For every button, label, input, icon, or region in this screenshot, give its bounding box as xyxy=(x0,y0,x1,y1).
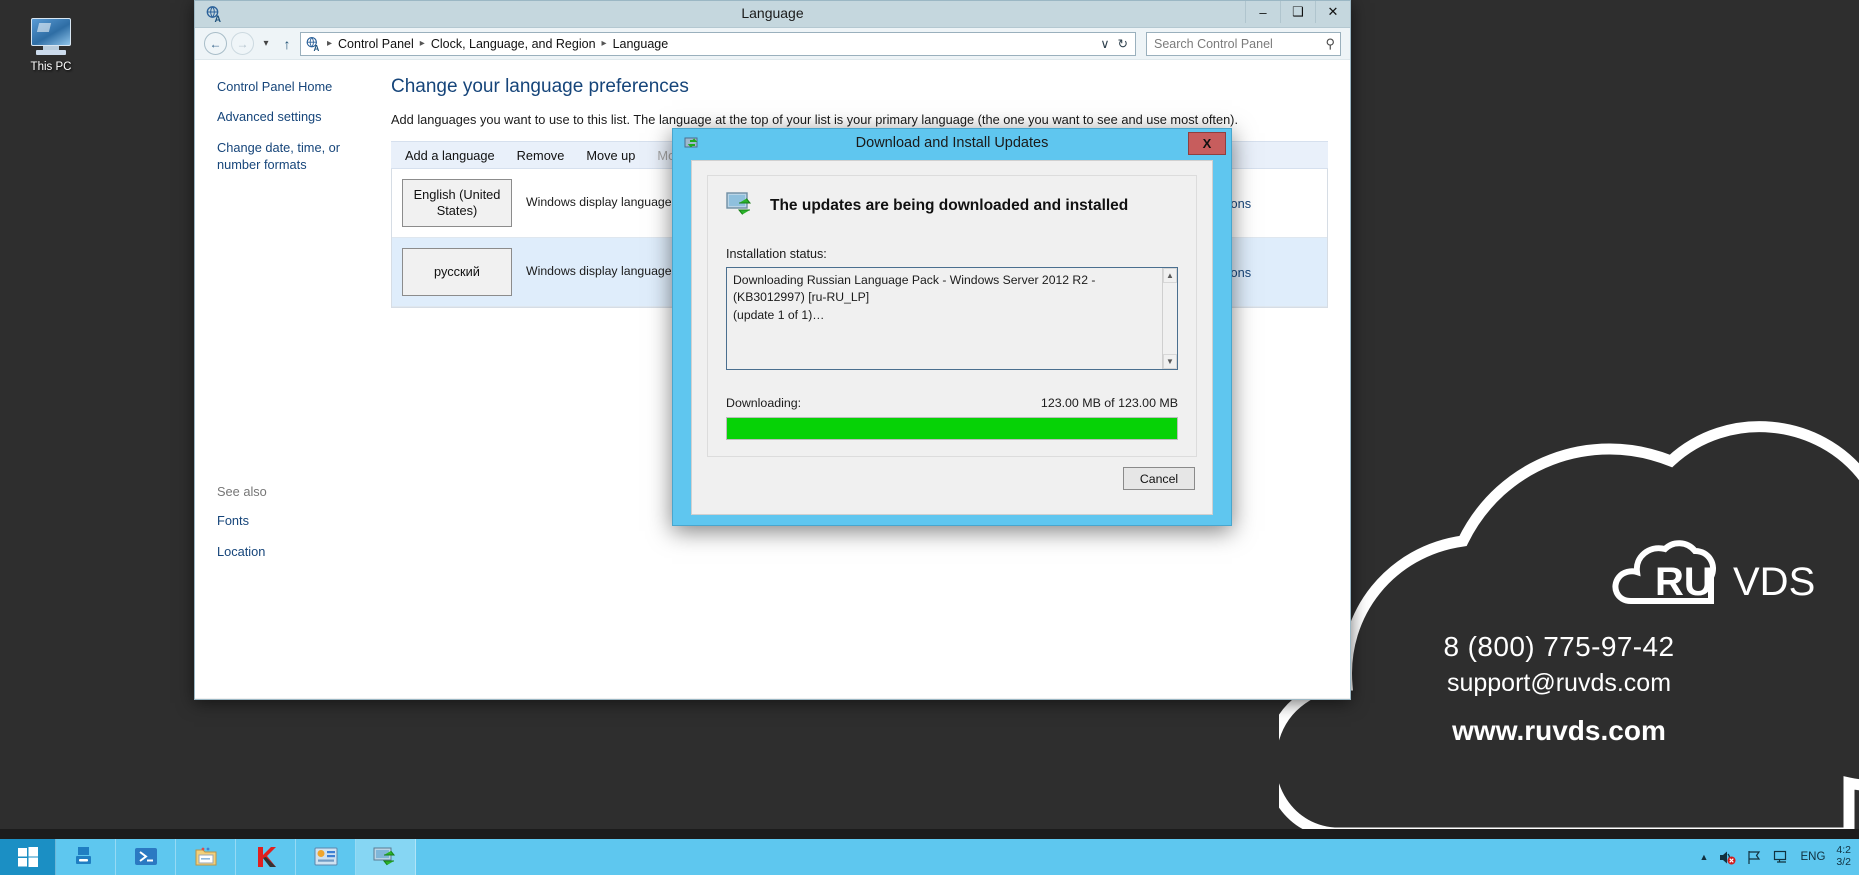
show-hidden-icons-button[interactable]: ▲ xyxy=(1700,852,1709,862)
back-button[interactable]: ← xyxy=(204,32,227,55)
dialog-close-button[interactable]: X xyxy=(1188,132,1226,155)
installation-status-label: Installation status: xyxy=(726,247,827,261)
cancel-button[interactable]: Cancel xyxy=(1123,467,1195,490)
search-input[interactable] xyxy=(1152,35,1326,52)
start-button[interactable] xyxy=(0,839,56,875)
server-manager-icon xyxy=(75,847,91,864)
address-bar: ← → ▾ ↑ A ▸ Control Panel ▸ Clock, Langu… xyxy=(195,28,1350,60)
file-explorer-icon xyxy=(195,847,216,866)
download-install-updates-dialog: Download and Install Updates X The updat… xyxy=(672,128,1232,526)
forward-button[interactable]: → xyxy=(231,32,254,55)
action-center-icon[interactable] xyxy=(1747,850,1762,865)
taskbar-item-control-panel[interactable] xyxy=(296,839,356,875)
clock-time: 4:2 xyxy=(1836,844,1851,857)
window-titlebar[interactable]: A Language – ❑ ✕ xyxy=(195,1,1350,28)
svg-text:RU: RU xyxy=(1655,560,1713,604)
breadcrumb-separator: ▸ xyxy=(419,38,425,49)
sidebar: Control Panel Home Advanced settings Cha… xyxy=(195,60,391,698)
progress-bar xyxy=(726,417,1178,440)
volume-muted-icon[interactable] xyxy=(1719,850,1736,865)
remove-button[interactable]: Remove xyxy=(517,148,565,163)
system-tray: ▲ ENG 4:2 3/2 xyxy=(1692,839,1859,875)
sidebar-item-change-formats[interactable]: Change date, time, or number formats xyxy=(217,139,377,174)
downloaded-amount: 123.00 MB of 123.00 MB xyxy=(1040,396,1178,410)
dialog-footer: Cancel xyxy=(692,457,1212,514)
powershell-icon xyxy=(134,848,157,865)
up-button[interactable]: ↑ xyxy=(278,32,296,55)
ruvds-watermark: RU VDS 8 (800) 775-97-42 support@ruvds.c… xyxy=(1279,253,1859,839)
dialog-body: The updates are being downloaded and ins… xyxy=(691,160,1213,515)
scroll-down-icon[interactable]: ▼ xyxy=(1163,354,1177,369)
desktop-icon-label: This PC xyxy=(30,61,72,73)
taskbar-item-windows-update[interactable] xyxy=(356,839,416,875)
svg-text:A: A xyxy=(314,44,320,52)
progress-bar-fill xyxy=(727,418,1177,439)
this-pc-icon xyxy=(28,18,74,58)
search-box[interactable]: ⚲ xyxy=(1146,31,1341,56)
download-progress-row: Downloading: 123.00 MB of 123.00 MB xyxy=(726,396,1178,410)
clock-date: 3/2 xyxy=(1836,856,1851,868)
dialog-panel: The updates are being downloaded and ins… xyxy=(707,175,1197,457)
svg-text:VDS: VDS xyxy=(1733,560,1815,604)
move-up-button[interactable]: Move up xyxy=(586,148,635,163)
sidebar-item-advanced-settings[interactable]: Advanced settings xyxy=(217,108,377,125)
ruvds-email: support@ruvds.com xyxy=(1446,669,1672,697)
taskbar-item-kaspersky[interactable] xyxy=(236,839,296,875)
maximize-button[interactable]: ❑ xyxy=(1280,1,1315,23)
see-also-item-location[interactable]: Location xyxy=(217,543,377,560)
control-panel-icon xyxy=(314,847,337,866)
language-name: русский xyxy=(402,248,512,296)
page-description: Add languages you want to use to this li… xyxy=(391,112,1239,127)
windows-update-icon xyxy=(726,192,752,215)
breadcrumb-separator: ▸ xyxy=(327,38,333,49)
recent-locations-button[interactable]: ▾ xyxy=(258,32,274,55)
add-a-language-button[interactable]: Add a language xyxy=(405,148,495,163)
close-button[interactable]: ✕ xyxy=(1315,1,1350,23)
ruvds-site: www.ruvds.com xyxy=(1452,715,1666,746)
downloading-label: Downloading: xyxy=(726,396,802,410)
status-scrollbar[interactable]: ▲ ▼ xyxy=(1162,268,1177,369)
breadcrumb-item-control-panel[interactable]: Control Panel xyxy=(335,36,417,52)
clock[interactable]: 4:2 3/2 xyxy=(1836,845,1851,868)
dialog-heading-row: The updates are being downloaded and ins… xyxy=(726,192,1178,219)
language-indicator[interactable]: ENG xyxy=(1800,851,1825,863)
taskbar-item-powershell[interactable] xyxy=(116,839,176,875)
desktop: This PC RU VDS 8 (800) 775-97-42 support… xyxy=(0,0,1859,875)
breadcrumb-dropdown-icon[interactable]: ∨ xyxy=(1100,36,1109,51)
network-icon[interactable] xyxy=(1773,850,1789,865)
window-title: Language xyxy=(741,5,804,21)
refresh-icon[interactable]: ↻ xyxy=(1118,36,1128,51)
window-controls: – ❑ ✕ xyxy=(1245,1,1350,23)
windows-logo-icon xyxy=(17,847,38,867)
see-also-item-fonts[interactable]: Fonts xyxy=(217,512,377,529)
taskbar: ▲ ENG 4:2 3/2 xyxy=(0,839,1859,875)
installation-status-text: Downloading Russian Language Pack - Wind… xyxy=(733,273,1096,322)
breadcrumb-item-clock-language-region[interactable]: Clock, Language, and Region xyxy=(428,36,599,52)
desktop-icon-this-pc[interactable]: This PC xyxy=(8,18,94,73)
page-title: Change your language preferences xyxy=(391,76,689,97)
scroll-up-icon[interactable]: ▲ xyxy=(1163,268,1177,283)
kaspersky-icon xyxy=(257,847,276,867)
breadcrumb-separator: ▸ xyxy=(601,38,607,49)
dialog-titlebar[interactable]: Download and Install Updates X xyxy=(673,129,1231,160)
taskbar-item-file-explorer[interactable] xyxy=(176,839,236,875)
breadcrumb-item-language[interactable]: Language xyxy=(610,36,672,52)
windows-update-icon xyxy=(373,847,395,866)
ruvds-phone: 8 (800) 775-97-42 xyxy=(1443,631,1675,662)
screen-divider xyxy=(0,829,1859,839)
search-icon: ⚲ xyxy=(1325,35,1335,51)
dialog-title: Download and Install Updates xyxy=(855,135,1049,151)
language-name: English (United States) xyxy=(402,179,512,227)
sidebar-item-control-panel-home[interactable]: Control Panel Home xyxy=(217,78,377,95)
see-also-section: See also Fonts Location xyxy=(217,484,377,573)
cloud-outline-icon xyxy=(1279,421,1859,839)
installation-status-box[interactable]: Downloading Russian Language Pack - Wind… xyxy=(726,267,1178,370)
language-icon: A xyxy=(306,36,320,52)
dialog-heading: The updates are being downloaded and ins… xyxy=(770,196,1129,214)
breadcrumb[interactable]: A ▸ Control Panel ▸ Clock, Language, and… xyxy=(300,31,1136,56)
minimize-button[interactable]: – xyxy=(1245,1,1280,23)
see-also-header: See also xyxy=(217,484,267,500)
taskbar-item-server-manager[interactable] xyxy=(56,839,116,875)
